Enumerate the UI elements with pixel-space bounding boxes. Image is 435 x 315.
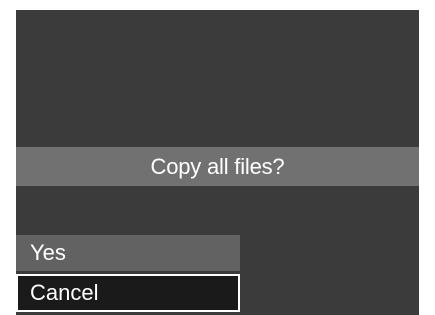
camera-screen: Copy all files? Yes Cancel <box>16 10 419 315</box>
cancel-option[interactable]: Cancel <box>16 274 240 312</box>
yes-option-label: Yes <box>30 240 66 265</box>
yes-option[interactable]: Yes <box>16 235 240 271</box>
prompt-bar: Copy all files? <box>16 147 419 186</box>
prompt-text: Copy all files? <box>150 153 285 179</box>
cancel-option-label: Cancel <box>30 280 99 305</box>
options-menu: Yes Cancel <box>16 235 240 312</box>
